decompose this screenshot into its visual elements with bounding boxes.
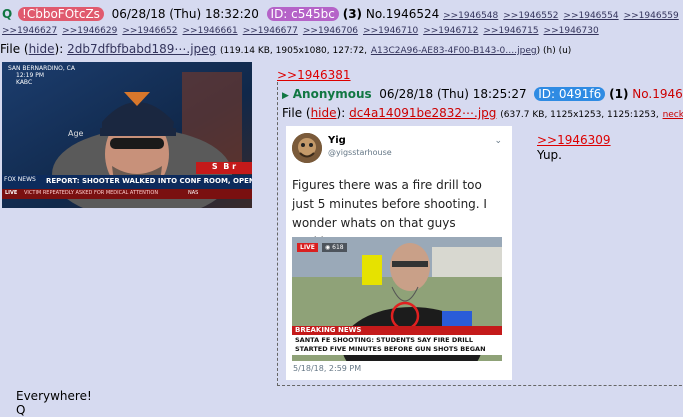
reply-header: ▶ Anonymous 06/28/18 (Thu) 18:25:27 ID: … [282, 87, 683, 101]
reply-link[interactable]: >>1946559 [624, 11, 679, 21]
subticker-text: VICTIM REPEATEDLY ASKED FOR MEDICAL ATTE… [24, 190, 159, 196]
live-badge: LIVE [297, 243, 318, 252]
tweet-date: 5/18/18, 2:59 PM [293, 364, 362, 373]
file-meta: (119.14 KB, 1905x1080, 127:72, [219, 46, 368, 56]
reply-link[interactable]: >>1946552 [503, 11, 558, 21]
time-caption: 12:19 PM [16, 72, 44, 79]
ticker-headline: REPORT: SHOOTER WALKED INTO CONF ROOM, O… [46, 177, 252, 185]
post-number[interactable]: No.1946524 [366, 7, 439, 21]
post-datetime: 06/28/18 (Thu) 18:32:20 [111, 7, 259, 21]
reply-file-original-name[interactable]: neckla [663, 110, 683, 120]
post-name: Q [2, 7, 13, 21]
reply-link[interactable]: >>1946730 [544, 26, 599, 36]
breaking-label: BREAKING NEWS [295, 326, 362, 334]
reply-link[interactable]: >>1946661 [183, 26, 238, 36]
reply-body: Yup. [537, 148, 562, 162]
reply-link[interactable]: >>1946627 [2, 26, 57, 36]
reply-quote-link[interactable]: >>1946309 [537, 133, 611, 147]
eye-icon: ◉ [325, 244, 331, 251]
viewers-count: ◉ 618 [322, 243, 347, 252]
news-headline: SANTA FE SHOOTING: STUDENTS SAY FIRE DRI… [292, 335, 502, 355]
reply-link[interactable]: >>1946677 [243, 26, 298, 36]
reply-link[interactable]: >>1946715 [483, 26, 538, 36]
reply-link[interactable]: >>1946554 [563, 11, 618, 21]
reply-links-row2: >>1946627 >>1946629 >>1946652 >>1946661 >>19… [2, 26, 604, 36]
avatar [292, 133, 322, 163]
chevron-down-icon: ⌄ [494, 136, 502, 146]
reply-post-number[interactable]: No.1946381 [632, 87, 683, 101]
tweet-image: LIVE ◉ 618 BREAKING NEWS SANTA FE SHOOTI… [292, 237, 502, 361]
avatar-image [292, 133, 322, 163]
triangle-icon: ▶ [282, 91, 289, 101]
reply-image-thumbnail[interactable]: Yig @yigsstarhouse ⌄ Figures there was a… [286, 126, 512, 380]
reply-datetime: 06/28/18 (Thu) 18:25:27 [379, 87, 527, 101]
post-image-thumbnail[interactable]: SAN BERNARDINO, CA 12:19 PM KABC Age S B… [2, 62, 252, 208]
tweet-author-name: Yig [328, 135, 346, 146]
station-caption: KABC [16, 79, 33, 86]
reply-id-badge[interactable]: ID: 0491f6 [534, 87, 606, 101]
ticker-bar: FOX NEWS REPORT: SHOOTER WALKED INTO CON… [2, 175, 252, 189]
file-info: File (hide): 2db7dfbfbabd189⋯.jpeg (119.… [0, 42, 572, 56]
reply-link[interactable]: >>1946712 [423, 26, 478, 36]
post-count: (3) [342, 7, 363, 21]
brand-tag: NAS [188, 190, 199, 196]
backlink-quote[interactable]: >>1946381 [277, 68, 351, 82]
file-name-link[interactable]: 2db7dfbfbabd189⋯.jpeg [67, 42, 216, 56]
reply-link[interactable]: >>1946710 [363, 26, 418, 36]
reply-file-name-link[interactable]: dc4a14091be2832⋯.jpg [349, 106, 496, 120]
file-extra-links[interactable]: ) (h) (u) [537, 46, 572, 56]
reply-links-row1: >>1946548 >>1946552 >>1946554 >>1946559 [443, 11, 683, 21]
reply-link[interactable]: >>1946548 [443, 11, 498, 21]
background-text: Age [68, 129, 84, 138]
breaking-flag: S B r [196, 162, 252, 174]
message-line: Everywhere! [16, 389, 92, 403]
post-message: Everywhere! Q [16, 389, 92, 417]
tweet-author-handle: @yigsstarhouse [328, 148, 392, 157]
reply-name: Anonymous [292, 87, 372, 101]
reply-link[interactable]: >>1946706 [303, 26, 358, 36]
file-original-name[interactable]: A13C2A96-AE83-4F00-B143-0….jpeg [371, 46, 537, 56]
poster-id-badge[interactable]: ID: c545bc [266, 7, 339, 21]
reply-file-meta: (637.7 KB, 1125x1253, 1125:1253, [500, 110, 659, 120]
live-tag: LIVE [5, 190, 18, 196]
reply-link[interactable]: >>1946629 [62, 26, 117, 36]
reply-file-info: File (hide): dc4a14091be2832⋯.jpg (637.7… [282, 106, 683, 120]
breaking-banner: BREAKING NEWS [292, 326, 502, 335]
message-signature: Q [16, 403, 26, 417]
reply-link[interactable]: >>1946652 [122, 26, 177, 36]
reply-hide-link[interactable]: hide [311, 106, 337, 120]
network-logo: FOX NEWS [4, 176, 36, 183]
hide-link[interactable]: hide [29, 42, 55, 56]
tripcode: !CbboFOtcZs [18, 7, 104, 21]
reply-count: (1) [609, 87, 629, 101]
post-header: Q !CbboFOtcZs 06/28/18 (Thu) 18:32:20 ID… [2, 7, 683, 21]
subticker-bar: LIVE VICTIM REPEATEDLY ASKED FOR MEDICAL… [2, 189, 252, 199]
location-caption: SAN BERNARDINO, CA [8, 65, 75, 72]
